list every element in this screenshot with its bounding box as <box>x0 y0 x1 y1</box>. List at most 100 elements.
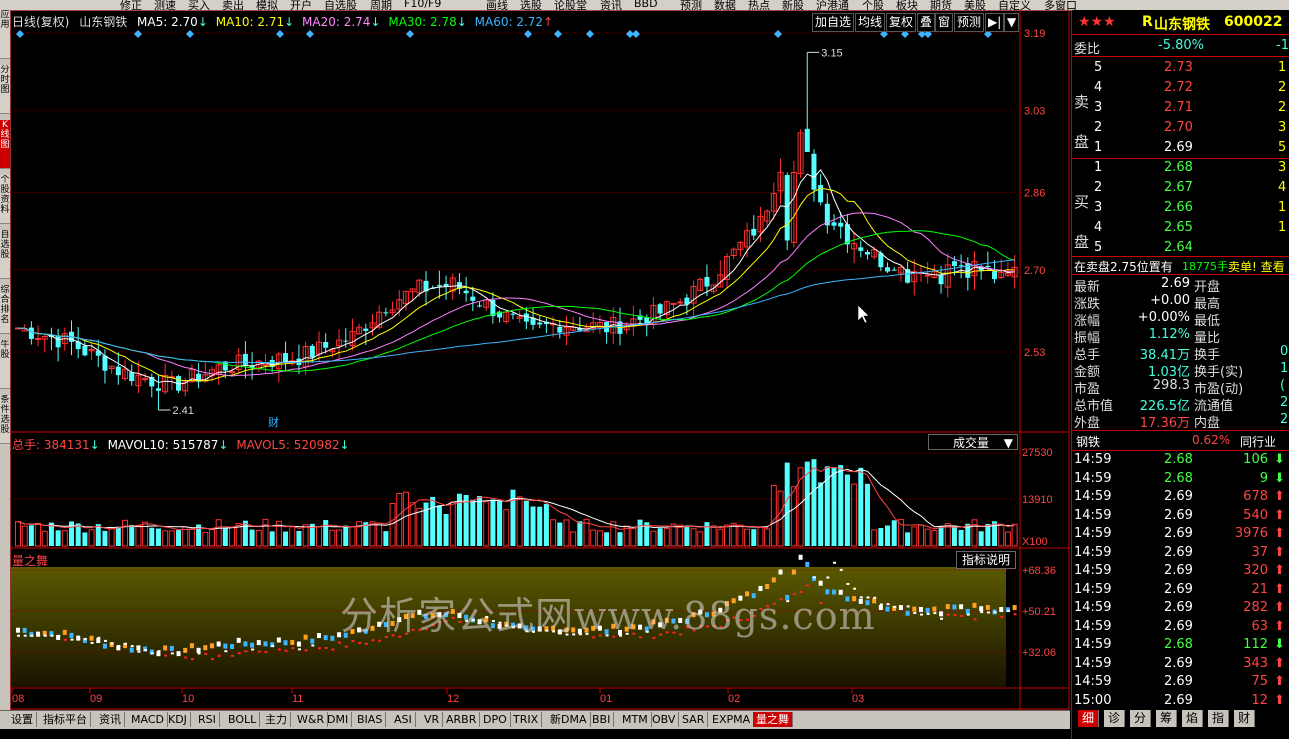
sell-price[interactable]: 2.72 <box>1164 80 1193 95</box>
ma20-value: MA20: 2.74 <box>302 15 371 29</box>
indicator-tab[interactable]: ARBR <box>443 712 481 727</box>
sell-price[interactable]: 2.69 <box>1164 140 1193 155</box>
dropdown-button[interactable]: ▼ <box>1004 13 1020 32</box>
forecast-button[interactable]: 预测 <box>954 13 985 32</box>
detail-tab[interactable]: 焰 <box>1182 710 1204 727</box>
indicator-tab[interactable]: 新DMA <box>547 712 591 727</box>
price-axis-label: 2.86 <box>1024 188 1045 200</box>
finance-event-marker: 财 <box>268 415 279 429</box>
left-tab[interactable]: K线图 <box>0 120 10 169</box>
volume-indicator-select[interactable]: 成交量 ▼ <box>928 434 1018 450</box>
expand-button[interactable]: ▶| <box>985 13 1005 32</box>
indicator-tab[interactable]: W&R <box>294 712 329 727</box>
quote-value: 298.3 <box>1152 378 1190 393</box>
indicator-tab[interactable]: VR <box>421 712 444 727</box>
left-tab[interactable]: 个股资料 <box>0 175 10 224</box>
tick-volume: 75 <box>1251 674 1268 689</box>
volume-bar <box>858 467 864 546</box>
indicator-tab[interactable]: MTM <box>619 712 652 727</box>
window-button[interactable]: 窗 <box>935 13 954 32</box>
indicator-help-button[interactable]: 指标说明 <box>956 551 1016 569</box>
detail-tab[interactable]: 分 <box>1130 710 1152 727</box>
indicator-tab[interactable]: OBV <box>649 712 680 727</box>
arrow-up-icon: ⬆ <box>1274 489 1285 504</box>
indicator-tab[interactable]: DMI <box>324 712 353 727</box>
indicator-tab[interactable]: RSI <box>195 712 220 727</box>
watermark-text: 分析家公式网www.88gs.com <box>340 594 876 638</box>
indicator-tab[interactable]: 指标平台 <box>40 712 91 727</box>
volume-bar <box>262 518 269 547</box>
indicator-tab[interactable]: 量之舞 <box>753 712 793 727</box>
indicator-signal-mark <box>130 645 134 648</box>
tick-price: 2.69 <box>1164 563 1193 578</box>
left-tab[interactable]: 条件选股 <box>0 395 10 444</box>
indicator-mark <box>283 640 288 646</box>
candle-body <box>804 128 810 153</box>
buy-price[interactable]: 2.65 <box>1164 220 1193 235</box>
indicator-tab[interactable]: SAR <box>679 712 709 727</box>
detail-tab[interactable]: 筹 <box>1156 710 1178 727</box>
volume-bar <box>570 531 577 547</box>
adjust-button[interactable]: 复权 <box>886 13 917 32</box>
candle-body <box>82 345 88 356</box>
sector-change: 0.62% <box>1192 433 1231 447</box>
indicator-tab[interactable]: BOLL <box>225 712 261 727</box>
indicator-signal-mark <box>324 646 328 649</box>
indicator-tab[interactable]: BIAS <box>354 712 387 727</box>
indicator-name: 量之舞 <box>12 554 49 568</box>
stock-code[interactable]: 600022 <box>1224 14 1282 30</box>
sell-price[interactable]: 2.70 <box>1164 120 1193 135</box>
indicator-tab[interactable]: 资讯 <box>96 712 125 727</box>
arrow-up-icon: ⬆ <box>1274 563 1285 578</box>
volume-total: 总手: 384131 <box>12 438 90 452</box>
buy-price[interactable]: 2.67 <box>1164 180 1193 195</box>
big-order-link[interactable]: 卖单! 查看 <box>1228 258 1285 275</box>
indicator-tab[interactable]: EXPMA <box>709 712 755 727</box>
indicator-signal-mark <box>124 642 128 645</box>
left-tab[interactable]: 分时图 <box>0 65 10 114</box>
sell-volume: 1 <box>1278 60 1287 75</box>
indicator-tab[interactable]: 主力 <box>262 712 291 727</box>
indicator-tab[interactable]: 设置 <box>8 712 37 727</box>
buy-price[interactable]: 2.66 <box>1164 200 1193 215</box>
left-tab[interactable]: 综合排名 <box>0 285 10 334</box>
overlay-button[interactable]: 叠 <box>917 13 936 32</box>
volume-bar <box>663 528 670 547</box>
indicator-signal-mark <box>926 612 930 615</box>
indicator-tab[interactable]: KDJ <box>165 712 191 727</box>
sector-name[interactable]: 钢铁 <box>1076 433 1100 450</box>
indicator-tab[interactable]: TRIX <box>510 712 543 727</box>
candle-body <box>537 322 543 325</box>
left-tab[interactable]: 应用 <box>0 10 10 59</box>
indicator-tab[interactable]: ASI <box>391 712 416 727</box>
volume-bar <box>510 489 516 546</box>
toolbar-item[interactable]: BBD <box>634 0 658 10</box>
indicator-tab[interactable]: MACD <box>128 712 168 727</box>
detail-tab[interactable]: 诊 <box>1104 710 1126 727</box>
detail-tab[interactable]: 细 <box>1078 710 1100 727</box>
stock-name[interactable]: 山东钢铁 <box>1154 14 1210 34</box>
info-diamond-icon <box>276 30 284 38</box>
volume-bar <box>543 503 549 546</box>
add-watchlist-button[interactable]: 加自选 <box>812 13 855 32</box>
tick-volume: 9 <box>1259 470 1268 486</box>
indicator-mark <box>169 645 174 651</box>
left-tab[interactable]: 牛股 <box>0 340 10 389</box>
price-axis-label: 3.19 <box>1024 28 1045 40</box>
indicator-mark <box>183 647 188 653</box>
peer-button[interactable]: 同行业 <box>1240 433 1276 450</box>
ma-button[interactable]: 均线 <box>855 13 886 32</box>
detail-tab[interactable]: 财 <box>1234 710 1256 727</box>
sell-price[interactable]: 2.71 <box>1164 100 1193 115</box>
sell-price[interactable]: 2.73 <box>1164 60 1193 75</box>
indicator-tab[interactable]: BBI <box>589 712 615 727</box>
detail-tab[interactable]: 指 <box>1208 710 1230 727</box>
arrow-down-icon: ⬇ <box>1274 637 1285 652</box>
buy-price[interactable]: 2.64 <box>1164 240 1193 255</box>
indicator-signal-mark <box>170 652 174 655</box>
buy-price[interactable]: 2.68 <box>1164 160 1193 175</box>
candle-body <box>323 341 329 348</box>
left-tab[interactable]: 自选股 <box>0 230 10 279</box>
toolbar-item[interactable]: F10/F9 <box>404 0 441 10</box>
indicator-tab[interactable]: DPO <box>480 712 511 727</box>
